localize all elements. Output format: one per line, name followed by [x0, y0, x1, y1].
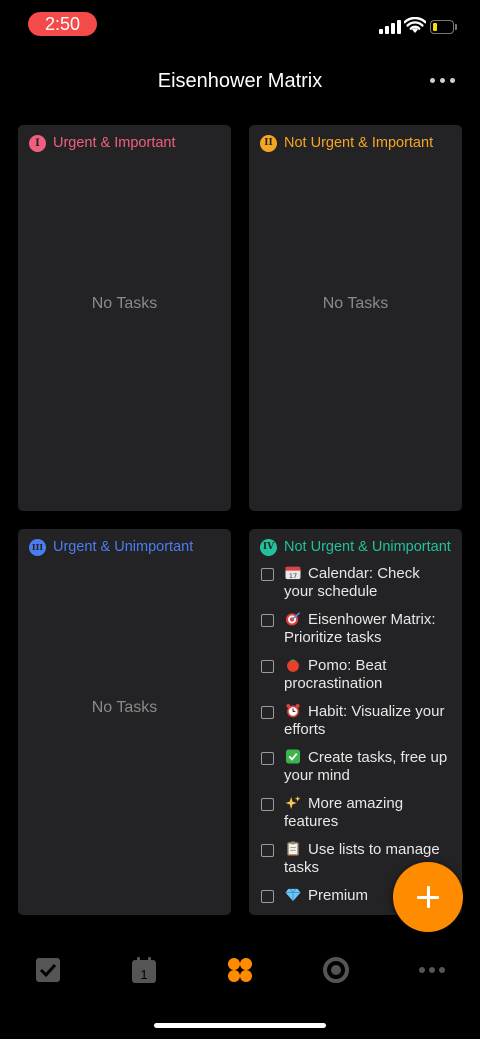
matrix-icon [228, 958, 252, 982]
task-checkbox[interactable] [261, 568, 274, 581]
task-checkbox[interactable] [261, 752, 274, 765]
wifi-icon [404, 17, 426, 33]
tab-more[interactable] [417, 955, 447, 985]
check-mark-icon [285, 749, 301, 764]
empty-state-text: No Tasks [91, 699, 158, 716]
add-task-button[interactable] [393, 862, 463, 932]
checkbox-icon [36, 958, 60, 982]
quadrant-title: Urgent & Important [53, 135, 176, 151]
more-icon [419, 967, 445, 973]
alarm-clock-icon [286, 703, 300, 718]
quadrant-not-urgent-important[interactable]: II Not Urgent & Important No Tasks [249, 125, 462, 511]
sparkles-icon [285, 795, 301, 810]
calendar-day: 1 [140, 967, 147, 982]
quadrant-not-urgent-unimportant[interactable]: IV Not Urgent & Unimportant 17 Calendar:… [249, 529, 462, 915]
task-checkbox[interactable] [261, 844, 274, 857]
tab-matrix[interactable] [225, 955, 255, 985]
task-item[interactable]: Create tasks, free up your mind [261, 749, 454, 795]
quadrant-numeral-badge: I [29, 134, 46, 152]
task-label: Create tasks, free up your mind [284, 749, 448, 784]
task-checkbox[interactable] [261, 890, 274, 903]
empty-state-text: No Tasks [91, 295, 158, 312]
task-checkbox[interactable] [261, 706, 274, 719]
task-label: Habit: Visualize your efforts [284, 703, 445, 738]
task-label: Calendar: Check your schedule [284, 565, 420, 600]
task-item[interactable]: Habit: Visualize your efforts [261, 703, 454, 749]
svg-text:17: 17 [289, 572, 297, 580]
gem-icon [285, 888, 301, 902]
task-item[interactable]: Eisenhower Matrix: Prioritize tasks [261, 611, 454, 657]
task-item[interactable]: 17 Calendar: Check your schedule [261, 565, 454, 611]
status-time: 2:50 [28, 12, 97, 36]
calendar-icon: 17 [285, 566, 301, 580]
tab-tasks[interactable] [33, 955, 63, 985]
quadrant-urgent-important[interactable]: I Urgent & Important No Tasks [18, 125, 231, 511]
quadrant-urgent-unimportant[interactable]: III Urgent & Unimportant No Tasks [18, 529, 231, 915]
task-checkbox[interactable] [261, 614, 274, 627]
quadrant-title: Urgent & Unimportant [53, 539, 194, 555]
quadrant-title: Not Urgent & Unimportant [284, 539, 451, 555]
more-options-button[interactable] [428, 77, 458, 85]
cellular-signal-icon [379, 20, 401, 34]
quadrant-numeral-badge: III [29, 538, 46, 556]
tab-pomodoro[interactable] [321, 955, 351, 985]
tomato-icon [287, 658, 299, 672]
home-indicator [154, 1023, 326, 1028]
battery-icon [430, 20, 458, 34]
calendar-icon: 1 [132, 957, 156, 983]
task-item[interactable]: More amazing features [261, 795, 454, 841]
task-checkbox[interactable] [261, 798, 274, 811]
task-label: Eisenhower Matrix: Prioritize tasks [284, 611, 436, 646]
page-title: Eisenhower Matrix [157, 70, 323, 92]
task-item[interactable]: Pomo: Beat procrastination [261, 657, 454, 703]
clipboard-icon [287, 841, 299, 856]
task-checkbox[interactable] [261, 660, 274, 673]
task-label: Premium [308, 887, 369, 904]
empty-state-text: No Tasks [322, 295, 389, 312]
tab-calendar[interactable]: 1 [129, 955, 159, 985]
pomodoro-icon [323, 957, 349, 983]
quadrant-numeral-badge: II [260, 134, 277, 152]
dart-icon [285, 612, 301, 626]
quadrant-title: Not Urgent & Important [284, 135, 434, 151]
quadrant-numeral-badge: IV [260, 538, 277, 556]
